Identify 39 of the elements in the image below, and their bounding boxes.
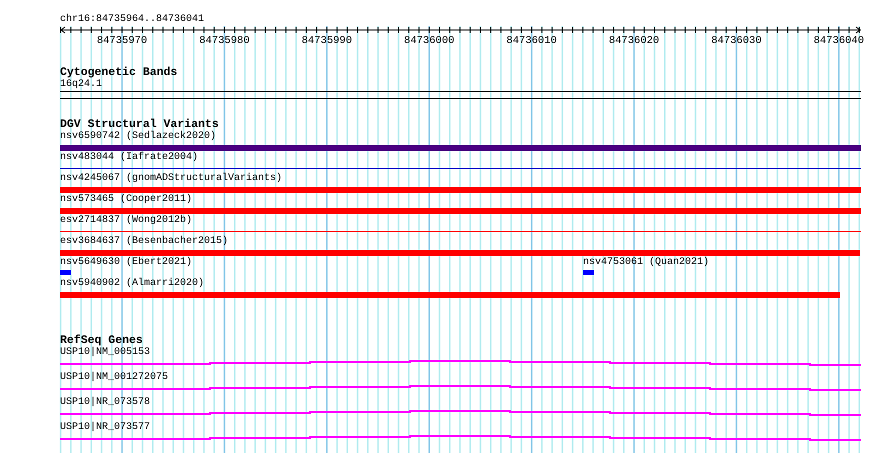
variant-bar[interactable] <box>60 187 861 193</box>
gene-label: USP10|NM_001272075 <box>60 372 170 384</box>
ruler-label: 84736010 <box>506 36 557 47</box>
variant-label: nsv4245067 (gnomADStructuralVariants) <box>60 173 284 185</box>
variant-label: nsv5649630 (Ebert2021) <box>60 257 192 269</box>
variant-bar[interactable] <box>60 208 861 214</box>
ruler-label: 84736030 <box>711 36 762 47</box>
gene-line[interactable] <box>60 360 861 366</box>
gene-label: USP10|NM_005153 <box>60 347 152 359</box>
variant-label: nsv573465 (Cooper2011) <box>60 194 194 206</box>
variant-block[interactable] <box>583 270 594 275</box>
gene-line[interactable] <box>60 385 861 391</box>
variant-label: esv2714837 (Wong2012b) <box>60 215 194 227</box>
ruler-label: 84736020 <box>608 36 660 47</box>
gene-line[interactable] <box>60 410 861 416</box>
variant-block[interactable] <box>60 270 71 275</box>
variant-label: nsv483044 (Iafrate2004) <box>60 152 200 164</box>
ruler-label: 84736000 <box>404 36 454 47</box>
ruler-label: 84736040 <box>814 36 864 47</box>
gene-label: USP10|NR_073578 <box>60 397 152 409</box>
variant-label: nsv4753061 (Quan2021) <box>583 257 710 269</box>
variant-bar[interactable] <box>60 250 860 256</box>
track-title: Cytogenetic Bands <box>60 67 178 79</box>
variant-bar[interactable] <box>60 145 861 151</box>
variant-label: nsv5940902 (Almarri2020) <box>60 278 206 290</box>
variant-line[interactable] <box>60 231 861 232</box>
variant-line[interactable] <box>60 168 861 169</box>
ruler-label: 84735990 <box>302 36 352 47</box>
gene-line[interactable] <box>60 435 861 441</box>
variant-label: esv3684637 (Besenbacher2015) <box>60 236 230 248</box>
location-label: chr16:84735964..84736041 <box>60 14 206 26</box>
track-title: DGV Structural Variants <box>60 119 220 131</box>
ruler-label: 84735970 <box>96 36 148 47</box>
variant-bar[interactable] <box>60 292 840 298</box>
gene-label: USP10|NR_073577 <box>60 422 152 434</box>
ruler-label: 84735980 <box>199 36 250 47</box>
track-title: RefSeq Genes <box>60 335 143 347</box>
variant-label: nsv6590742 (Sedlazeck2020) <box>60 131 218 143</box>
cytoband-label: 16q24.1 <box>60 79 104 91</box>
